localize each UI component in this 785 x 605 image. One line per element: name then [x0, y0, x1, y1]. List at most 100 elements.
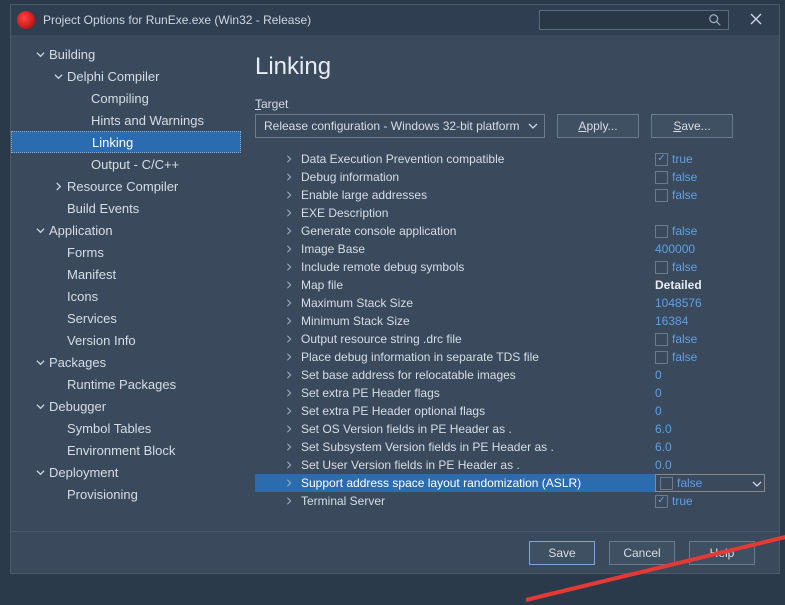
- checkbox[interactable]: [655, 225, 668, 238]
- sidebar-item-delphi-compiler[interactable]: Delphi Compiler: [11, 65, 241, 87]
- tree-label: Manifest: [67, 267, 116, 282]
- sidebar-item-packages[interactable]: Packages: [11, 351, 241, 373]
- apply-button[interactable]: Apply...: [557, 114, 639, 138]
- expand-icon: [283, 443, 295, 451]
- titlebar-search[interactable]: [539, 10, 729, 30]
- checkbox[interactable]: [655, 171, 668, 184]
- tree-label: Compiling: [91, 91, 149, 106]
- setting-row[interactable]: Set base address for relocatable images0: [255, 366, 765, 384]
- sidebar-tree[interactable]: Building Delphi Compiler Compiling Hints an…: [11, 35, 241, 531]
- setting-row[interactable]: Minimum Stack Size16384: [255, 312, 765, 330]
- setting-name: Data Execution Prevention compatible: [301, 152, 655, 166]
- setting-row[interactable]: Image Base400000: [255, 240, 765, 258]
- setting-value: 0: [655, 368, 662, 382]
- close-button[interactable]: [739, 13, 773, 28]
- setting-row[interactable]: Debug informationfalse: [255, 168, 765, 186]
- sidebar-item-services[interactable]: Services: [11, 307, 241, 329]
- cancel-button[interactable]: Cancel: [609, 541, 675, 565]
- setting-name: Enable large addresses: [301, 188, 655, 202]
- setting-value: 6.0: [655, 440, 672, 454]
- sidebar-item-debugger[interactable]: Debugger: [11, 395, 241, 417]
- setting-row[interactable]: Place debug information in separate TDS …: [255, 348, 765, 366]
- tree-label: Delphi Compiler: [67, 69, 159, 84]
- sidebar-item-icons[interactable]: Icons: [11, 285, 241, 307]
- setting-row[interactable]: Set OS Version fields in PE Header as .6…: [255, 420, 765, 438]
- sidebar-item-build-events[interactable]: Build Events: [11, 197, 241, 219]
- setting-value: 0: [655, 386, 662, 400]
- expand-icon: [283, 209, 295, 217]
- save-options-button[interactable]: Save...: [651, 114, 733, 138]
- setting-name: EXE Description: [301, 206, 655, 220]
- sidebar-item-environment-block[interactable]: Environment Block: [11, 439, 241, 461]
- tree-label: Forms: [67, 245, 104, 260]
- checkbox[interactable]: [655, 153, 668, 166]
- sidebar-item-resource-compiler[interactable]: Resource Compiler: [11, 175, 241, 197]
- setting-row[interactable]: EXE Description: [255, 204, 765, 222]
- setting-name: Set base address for relocatable images: [301, 368, 655, 382]
- setting-row[interactable]: Include remote debug symbolsfalse: [255, 258, 765, 276]
- setting-row[interactable]: Set User Version fields in PE Header as …: [255, 456, 765, 474]
- sidebar-item-runtime-packages[interactable]: Runtime Packages: [11, 373, 241, 395]
- sidebar-item-output-c-c-[interactable]: Output - C/C++: [11, 153, 241, 175]
- main-panel: Linking Target Release configuration - W…: [241, 35, 779, 531]
- tree-label: Symbol Tables: [67, 421, 151, 436]
- sidebar-item-linking[interactable]: Linking: [11, 131, 241, 153]
- close-icon: [750, 13, 762, 25]
- tree-label: Runtime Packages: [67, 377, 176, 392]
- expand-icon: [283, 353, 295, 361]
- checkbox[interactable]: [655, 189, 668, 202]
- setting-row[interactable]: Generate console applicationfalse: [255, 222, 765, 240]
- setting-row[interactable]: Maximum Stack Size1048576: [255, 294, 765, 312]
- setting-row[interactable]: Set extra PE Header optional flags0: [255, 402, 765, 420]
- sidebar-item-manifest[interactable]: Manifest: [11, 263, 241, 285]
- sidebar-item-forms[interactable]: Forms: [11, 241, 241, 263]
- setting-row[interactable]: Support address space layout randomizati…: [255, 474, 765, 492]
- app-icon: [17, 11, 35, 29]
- setting-value: true: [672, 152, 693, 166]
- tree-label: Icons: [67, 289, 98, 304]
- checkbox[interactable]: [655, 261, 668, 274]
- setting-row[interactable]: Data Execution Prevention compatible true: [255, 150, 765, 168]
- setting-name: Set extra PE Header flags: [301, 386, 655, 400]
- sidebar-item-compiling[interactable]: Compiling: [11, 87, 241, 109]
- sidebar-item-symbol-tables[interactable]: Symbol Tables: [11, 417, 241, 439]
- setting-row[interactable]: Enable large addressesfalse: [255, 186, 765, 204]
- sidebar-item-building[interactable]: Building: [11, 43, 241, 65]
- checkbox[interactable]: [655, 333, 668, 346]
- sidebar-item-hints-and-warnings[interactable]: Hints and Warnings: [11, 109, 241, 131]
- setting-value: false: [672, 260, 697, 274]
- expand-icon: [283, 173, 295, 181]
- tree-label: Environment Block: [67, 443, 175, 458]
- expand-icon: [283, 461, 295, 469]
- tree-label: Provisioning: [67, 487, 138, 502]
- sidebar-item-provisioning[interactable]: Provisioning: [11, 483, 241, 505]
- checkbox[interactable]: [660, 477, 673, 490]
- help-button[interactable]: Help: [689, 541, 755, 565]
- setting-row[interactable]: Map fileDetailed: [255, 276, 765, 294]
- setting-row[interactable]: Set Subsystem Version fields in PE Heade…: [255, 438, 765, 456]
- chevron-down-icon: [33, 402, 47, 411]
- setting-value: false: [672, 170, 697, 184]
- setting-name: Set Subsystem Version fields in PE Heade…: [301, 440, 655, 454]
- setting-row[interactable]: Terminal Servertrue: [255, 492, 765, 510]
- settings-list[interactable]: Data Execution Prevention compatible true…: [255, 150, 765, 521]
- sidebar-item-application[interactable]: Application: [11, 219, 241, 241]
- expand-icon: [283, 263, 295, 271]
- dialog-footer: Save Cancel Help: [11, 531, 779, 573]
- setting-row[interactable]: Set extra PE Header flags0: [255, 384, 765, 402]
- sidebar-item-version-info[interactable]: Version Info: [11, 329, 241, 351]
- expand-icon: [283, 335, 295, 343]
- target-combo-value: Release configuration - Windows 32-bit p…: [264, 119, 519, 133]
- checkbox[interactable]: [655, 351, 668, 364]
- setting-row[interactable]: Output resource string .drc filefalse: [255, 330, 765, 348]
- sidebar-item-deployment[interactable]: Deployment: [11, 461, 241, 483]
- checkbox[interactable]: [655, 495, 668, 508]
- tree-label: Version Info: [67, 333, 136, 348]
- save-button[interactable]: Save: [529, 541, 595, 565]
- tree-label: Services: [67, 311, 117, 326]
- target-combo[interactable]: Release configuration - Windows 32-bit p…: [255, 114, 545, 138]
- setting-name: Terminal Server: [301, 494, 655, 508]
- tree-label: Hints and Warnings: [91, 113, 204, 128]
- setting-name: Support address space layout randomizati…: [301, 476, 655, 490]
- target-label: Target: [255, 97, 765, 111]
